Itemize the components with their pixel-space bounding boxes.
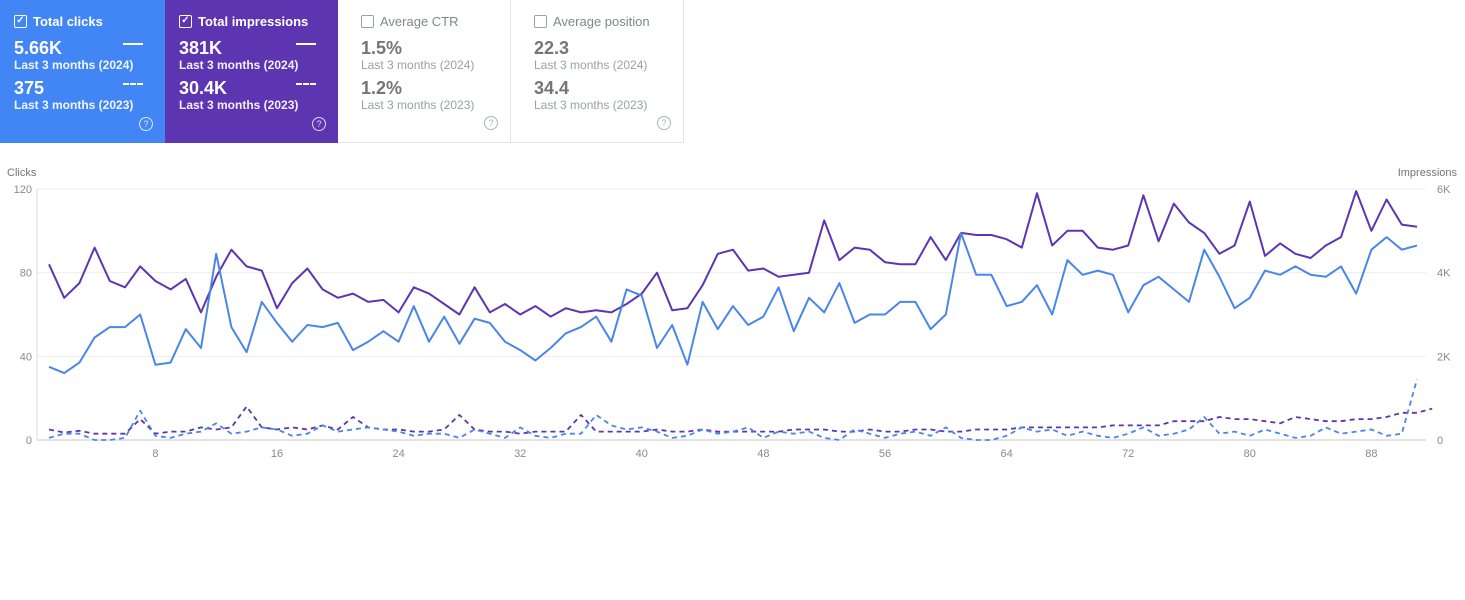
card-average-position[interactable]: Average position 22.3 Last 3 months (202… bbox=[511, 0, 684, 143]
x-tick-label: 56 bbox=[879, 448, 891, 460]
y-tick-label-left: 80 bbox=[20, 268, 32, 280]
metric-value-2023: 30.4K bbox=[179, 78, 228, 98]
metric-value-2024: 381K bbox=[179, 38, 223, 58]
card-total-clicks[interactable]: ✓ Total clicks 5.66K Last 3 months (2024… bbox=[0, 0, 165, 143]
metric-period-2023: Last 3 months (2023) bbox=[534, 98, 648, 112]
card-average-ctr[interactable]: Average CTR 1.5% Last 3 months (2024) 1.… bbox=[338, 0, 511, 143]
card-total-impressions[interactable]: ✓ Total impressions 381K Last 3 months (… bbox=[165, 0, 338, 143]
x-axis-ticks: 8 16 24 32 40 48 56 64 72 80 88 bbox=[152, 448, 1377, 460]
checkbox-unchecked-icon[interactable] bbox=[361, 14, 374, 28]
checkbox-unchecked-icon[interactable] bbox=[534, 14, 547, 28]
metric-period-2023: Last 3 months (2023) bbox=[361, 98, 475, 112]
metric-period-2024: Last 3 months (2024) bbox=[179, 58, 299, 72]
right-axis-ticks: 0 2K 4K 6K bbox=[1437, 184, 1451, 447]
dashed-line-legend-icon bbox=[123, 83, 143, 85]
y-tick-label-right: 6K bbox=[1437, 184, 1451, 196]
y-tick-label-right: 2K bbox=[1437, 351, 1451, 363]
left-axis-title: Clicks bbox=[7, 167, 37, 179]
series-lines bbox=[48, 190, 1433, 441]
metric-value-2023: 34.4 bbox=[534, 78, 570, 98]
y-tick-label-right: 4K bbox=[1437, 268, 1451, 280]
x-tick-label: 48 bbox=[757, 448, 769, 460]
left-axis-ticks: 0 40 80 120 bbox=[14, 184, 32, 447]
metric-value-2024: 22.3 bbox=[534, 38, 570, 58]
help-icon[interactable]: ? bbox=[139, 117, 153, 131]
x-tick-label: 80 bbox=[1244, 448, 1256, 460]
x-tick-label: 8 bbox=[152, 448, 158, 460]
y-tick-label-left: 40 bbox=[20, 351, 32, 363]
x-tick-label: 32 bbox=[514, 448, 526, 460]
gridlines bbox=[36, 188, 1426, 441]
x-tick-label: 24 bbox=[392, 448, 404, 460]
y-tick-label-left: 120 bbox=[14, 184, 32, 196]
card-title: Total impressions bbox=[198, 13, 309, 29]
x-tick-label: 16 bbox=[271, 448, 283, 460]
dashed-line-legend-icon bbox=[296, 83, 316, 85]
metric-value-2023: 375 bbox=[14, 78, 45, 98]
metric-period-2023: Last 3 months (2023) bbox=[14, 98, 134, 112]
metric-value-2024: 5.66K bbox=[14, 38, 63, 58]
x-tick-label: 72 bbox=[1122, 448, 1134, 460]
metric-period-2024: Last 3 months (2024) bbox=[361, 58, 475, 72]
checkbox-checked-icon[interactable]: ✓ bbox=[179, 14, 192, 28]
solid-line-legend-icon bbox=[296, 43, 316, 45]
metric-value-2023: 1.2% bbox=[361, 78, 403, 98]
card-title: Average CTR bbox=[380, 13, 459, 29]
x-tick-label: 88 bbox=[1365, 448, 1377, 460]
series-line-impressions-2024 bbox=[48, 190, 1418, 318]
checkbox-checked-icon[interactable]: ✓ bbox=[14, 14, 27, 28]
y-tick-label-left: 0 bbox=[26, 435, 32, 447]
card-title: Total clicks bbox=[33, 13, 103, 29]
metric-value-2024: 1.5% bbox=[361, 38, 403, 58]
x-tick-label: 64 bbox=[1000, 448, 1012, 460]
card-title: Average position bbox=[553, 13, 650, 29]
y-tick-label-right: 0 bbox=[1437, 435, 1443, 447]
metric-period-2023: Last 3 months (2023) bbox=[179, 98, 299, 112]
help-icon[interactable]: ? bbox=[484, 116, 498, 130]
metric-cards: ✓ Total clicks 5.66K Last 3 months (2024… bbox=[0, 0, 684, 143]
right-axis-title: Impressions bbox=[1398, 167, 1458, 179]
series-line-clicks-2023 bbox=[48, 379, 1418, 441]
metric-period-2024: Last 3 months (2024) bbox=[14, 58, 134, 72]
help-icon[interactable]: ? bbox=[657, 116, 671, 130]
metric-period-2024: Last 3 months (2024) bbox=[534, 58, 648, 72]
series-line-clicks-2024 bbox=[48, 231, 1418, 375]
x-tick-label: 40 bbox=[636, 448, 648, 460]
help-icon[interactable]: ? bbox=[312, 117, 326, 131]
solid-line-legend-icon bbox=[123, 43, 143, 45]
performance-chart: Clicks Impressions 0 40 80 120 0 2K 4K 6K 8 16 2… bbox=[7, 167, 1458, 460]
